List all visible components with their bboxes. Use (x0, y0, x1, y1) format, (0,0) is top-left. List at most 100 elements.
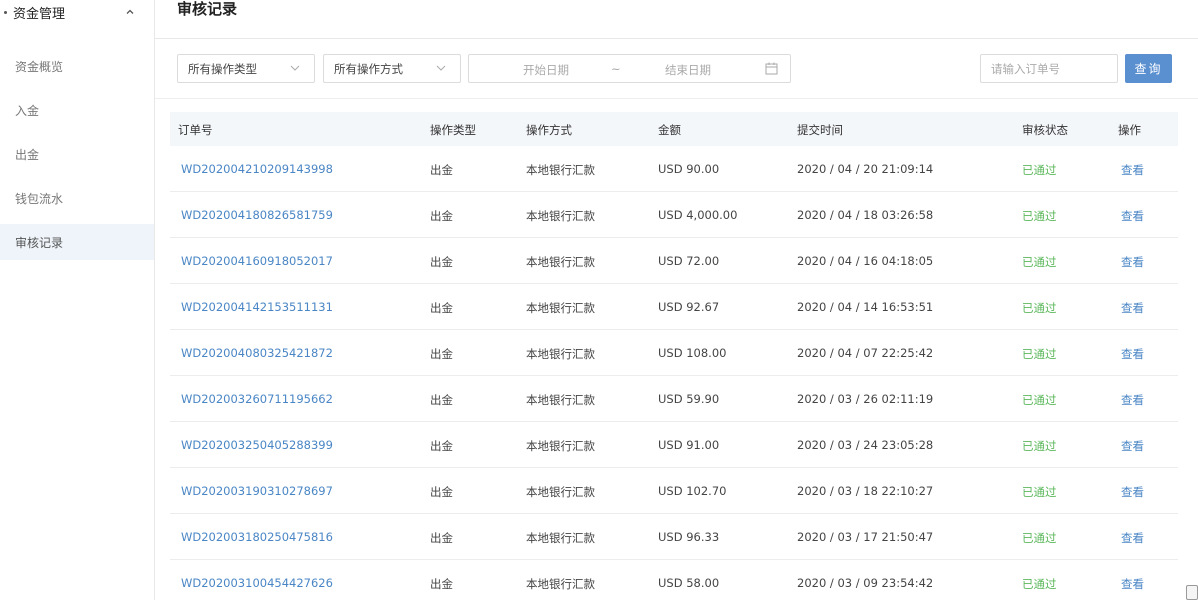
operation-method-cell: 本地银行汇款 (526, 439, 595, 453)
view-link[interactable]: 查看 (1121, 300, 1144, 316)
view-link[interactable]: 查看 (1121, 162, 1144, 178)
table-row: WD202004080325421872 出金 本地银行汇款 USD 108.0… (170, 330, 1178, 376)
table-row: WD202003250405288399 出金 本地银行汇款 USD 91.00… (170, 422, 1178, 468)
submit-time-cell: 2020 / 03 / 24 23:05:28 (797, 438, 934, 452)
table-row: WD202003180250475816 出金 本地银行汇款 USD 96.33… (170, 514, 1178, 560)
sidebar-group-title: 资金管理 (13, 6, 66, 22)
order-number-input[interactable] (980, 54, 1118, 83)
submit-time-cell: 2020 / 03 / 09 23:54:42 (797, 576, 934, 590)
date-separator: ~ (611, 62, 621, 76)
amount-cell: USD 4,000.00 (658, 208, 738, 222)
bullet-icon (4, 10, 7, 14)
view-link[interactable]: 查看 (1121, 530, 1144, 546)
operation-method-cell: 本地银行汇款 (526, 393, 595, 407)
sidebar-item-label: 钱包流水 (15, 191, 64, 206)
status-badge: 已通过 (1022, 163, 1057, 177)
order-number-link[interactable]: WD202003260711195662 (181, 392, 333, 406)
status-badge: 已通过 (1022, 393, 1057, 407)
end-date-input[interactable]: 结束日期 (665, 62, 711, 78)
column-header-order: 订单号 (178, 123, 213, 137)
column-header-amount: 金额 (658, 123, 681, 137)
operation-method-select[interactable]: 所有操作方式 (323, 54, 461, 83)
amount-cell: USD 92.67 (658, 300, 720, 314)
submit-time-cell: 2020 / 03 / 26 02:11:19 (797, 392, 934, 406)
submit-time-cell: 2020 / 04 / 14 16:53:51 (797, 300, 934, 314)
operation-type-cell: 出金 (430, 301, 453, 315)
amount-cell: USD 102.70 (658, 484, 727, 498)
order-number-link[interactable]: WD202004210209143998 (181, 162, 333, 176)
query-button[interactable]: 查询 (1125, 54, 1172, 83)
submit-time-cell: 2020 / 04 / 18 03:26:58 (797, 208, 934, 222)
submit-time-cell: 2020 / 04 / 07 22:25:42 (797, 346, 934, 360)
chevron-down-icon (290, 65, 300, 71)
order-number-link[interactable]: WD202003100454427626 (181, 576, 333, 590)
table-row: WD202004180826581759 出金 本地银行汇款 USD 4,000… (170, 192, 1178, 238)
status-badge: 已通过 (1022, 485, 1057, 499)
amount-cell: USD 96.33 (658, 530, 720, 544)
table-row: WD202004160918052017 出金 本地银行汇款 USD 72.00… (170, 238, 1178, 284)
view-link[interactable]: 查看 (1121, 392, 1144, 408)
column-header-time: 提交时间 (797, 123, 843, 137)
order-number-link[interactable]: WD202004180826581759 (181, 208, 333, 222)
chevron-up-icon[interactable] (124, 6, 136, 18)
scroll-handle[interactable] (1186, 585, 1198, 600)
sidebar-group-fund-management[interactable]: 资金管理 (0, 0, 154, 24)
view-link[interactable]: 查看 (1121, 254, 1144, 270)
submit-time-cell: 2020 / 04 / 20 21:09:14 (797, 162, 934, 176)
sidebar-item-deposit[interactable]: 入金 (0, 92, 154, 128)
operation-type-cell: 出金 (430, 163, 453, 177)
order-number-link[interactable]: WD202004142153511131 (181, 300, 333, 314)
status-badge: 已通过 (1022, 301, 1057, 315)
operation-method-cell: 本地银行汇款 (526, 577, 595, 591)
date-range-picker[interactable]: 开始日期 ~ 结束日期 (468, 54, 791, 83)
operation-method-cell: 本地银行汇款 (526, 163, 595, 177)
column-header-method: 操作方式 (526, 123, 572, 137)
header-divider (155, 38, 1198, 39)
order-number-link[interactable]: WD202004160918052017 (181, 254, 333, 268)
calendar-icon[interactable] (765, 62, 778, 75)
sidebar-item-label: 资金概览 (15, 59, 64, 74)
operation-method-cell: 本地银行汇款 (526, 301, 595, 315)
amount-cell: USD 72.00 (658, 254, 720, 268)
view-link[interactable]: 查看 (1121, 484, 1144, 500)
order-number-link[interactable]: WD202004080325421872 (181, 346, 333, 360)
filter-divider (155, 98, 1198, 99)
page-title: 审核记录 (177, 0, 238, 18)
operation-method-cell: 本地银行汇款 (526, 531, 595, 545)
view-link[interactable]: 查看 (1121, 208, 1144, 224)
sidebar-item-withdraw[interactable]: 出金 (0, 136, 154, 172)
amount-cell: USD 59.90 (658, 392, 720, 406)
order-number-link[interactable]: WD202003190310278697 (181, 484, 333, 498)
view-link[interactable]: 查看 (1121, 346, 1144, 362)
view-link[interactable]: 查看 (1121, 438, 1144, 454)
view-link[interactable]: 查看 (1121, 576, 1144, 592)
operation-type-cell: 出金 (430, 347, 453, 361)
amount-cell: USD 90.00 (658, 162, 720, 176)
amount-cell: USD 108.00 (658, 346, 727, 360)
status-badge: 已通过 (1022, 209, 1057, 223)
operation-type-select[interactable]: 所有操作类型 (177, 54, 315, 83)
operation-method-cell: 本地银行汇款 (526, 209, 595, 223)
sidebar-item-audit-records[interactable]: 审核记录 (0, 224, 154, 260)
amount-cell: USD 58.00 (658, 576, 720, 590)
status-badge: 已通过 (1022, 439, 1057, 453)
order-number-link[interactable]: WD202003250405288399 (181, 438, 333, 452)
status-badge: 已通过 (1022, 347, 1057, 361)
sidebar-item-label: 出金 (15, 147, 40, 162)
operation-type-cell: 出金 (430, 577, 453, 591)
sidebar-item-fund-overview[interactable]: 资金概览 (0, 48, 154, 84)
column-header-action: 操作 (1118, 123, 1141, 137)
operation-type-cell: 出金 (430, 531, 453, 545)
sidebar-item-wallet-flow[interactable]: 钱包流水 (0, 180, 154, 216)
table-row: WD202003190310278697 出金 本地银行汇款 USD 102.7… (170, 468, 1178, 514)
operation-type-cell: 出金 (430, 255, 453, 269)
operation-type-cell: 出金 (430, 439, 453, 453)
start-date-input[interactable]: 开始日期 (523, 62, 569, 78)
amount-cell: USD 91.00 (658, 438, 720, 452)
chevron-down-icon (436, 65, 446, 71)
sidebar-item-label: 审核记录 (15, 235, 64, 250)
status-badge: 已通过 (1022, 577, 1057, 591)
sidebar: 资金管理 资金概览 入金 出金 钱包流水 审核记录 (0, 0, 155, 600)
submit-time-cell: 2020 / 03 / 18 22:10:27 (797, 484, 934, 498)
order-number-link[interactable]: WD202003180250475816 (181, 530, 333, 544)
